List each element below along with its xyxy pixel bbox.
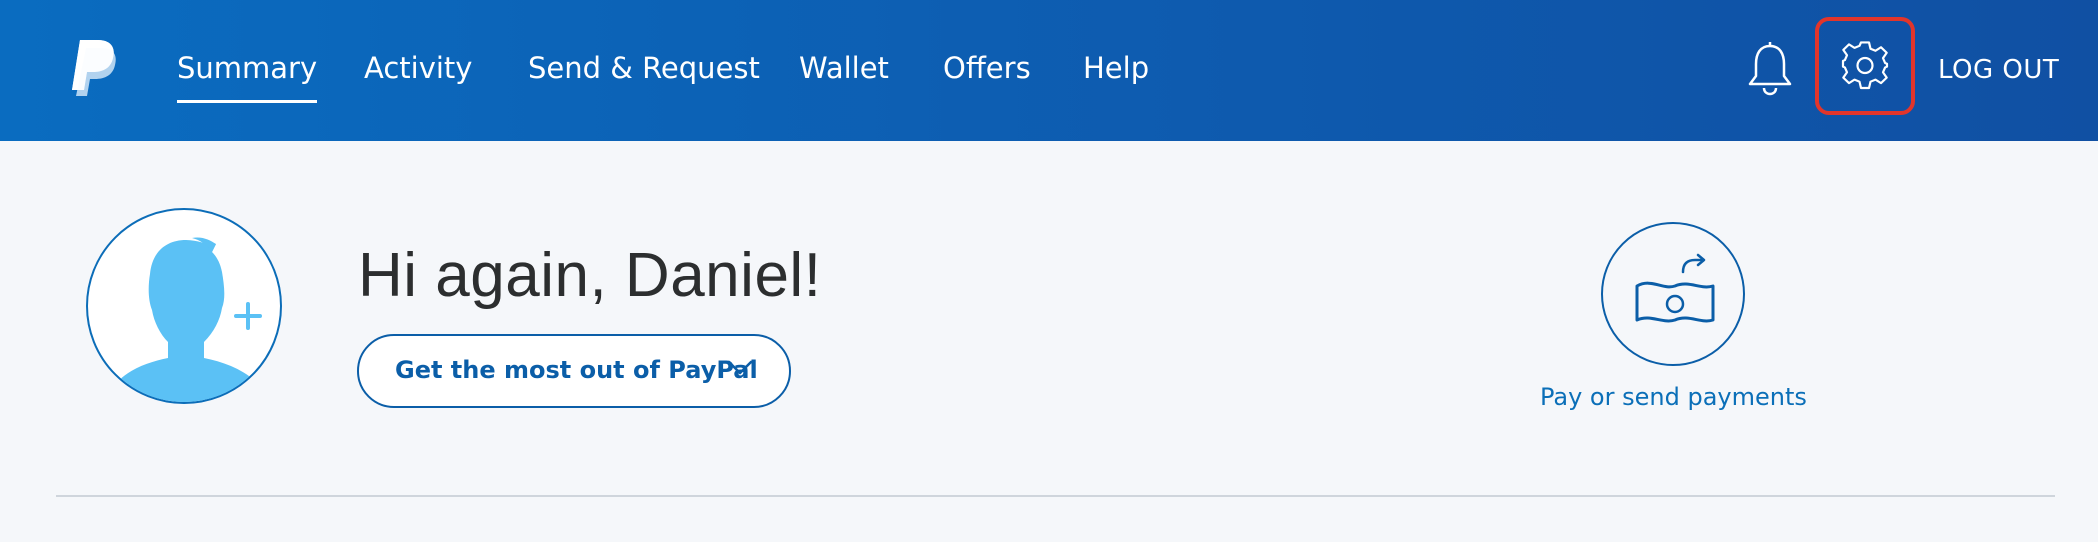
chevron-down-icon [727,360,753,375]
get-most-out-button[interactable]: Get the most out of PayPal [357,334,791,408]
top-navigation-bar: Summary Activity Send & Request Wallet O… [0,0,2098,141]
nav-offers[interactable]: Offers [943,50,1031,86]
section-divider [56,495,2055,497]
get-most-out-label: Get the most out of PayPal [395,356,758,384]
money-send-icon [1635,253,1715,323]
bell-icon[interactable] [1744,40,1796,96]
settings-button[interactable] [1815,17,1915,115]
add-profile-photo-icon [114,237,262,402]
avatar[interactable] [86,208,282,404]
logout-link[interactable]: LOG OUT [1938,55,2059,85]
paypal-logo[interactable] [66,38,118,98]
gear-icon [1841,41,1889,90]
nav-activity[interactable]: Activity [364,50,472,86]
nav-send-request[interactable]: Send & Request [528,50,760,86]
nav-help[interactable]: Help [1083,50,1149,86]
nav-summary[interactable]: Summary [177,50,318,103]
greeting-heading: Hi again, Daniel! [358,241,822,310]
pay-send-label[interactable]: Pay or send payments [1540,383,1807,411]
pay-send-button[interactable] [1601,222,1745,366]
nav-wallet[interactable]: Wallet [799,50,889,86]
